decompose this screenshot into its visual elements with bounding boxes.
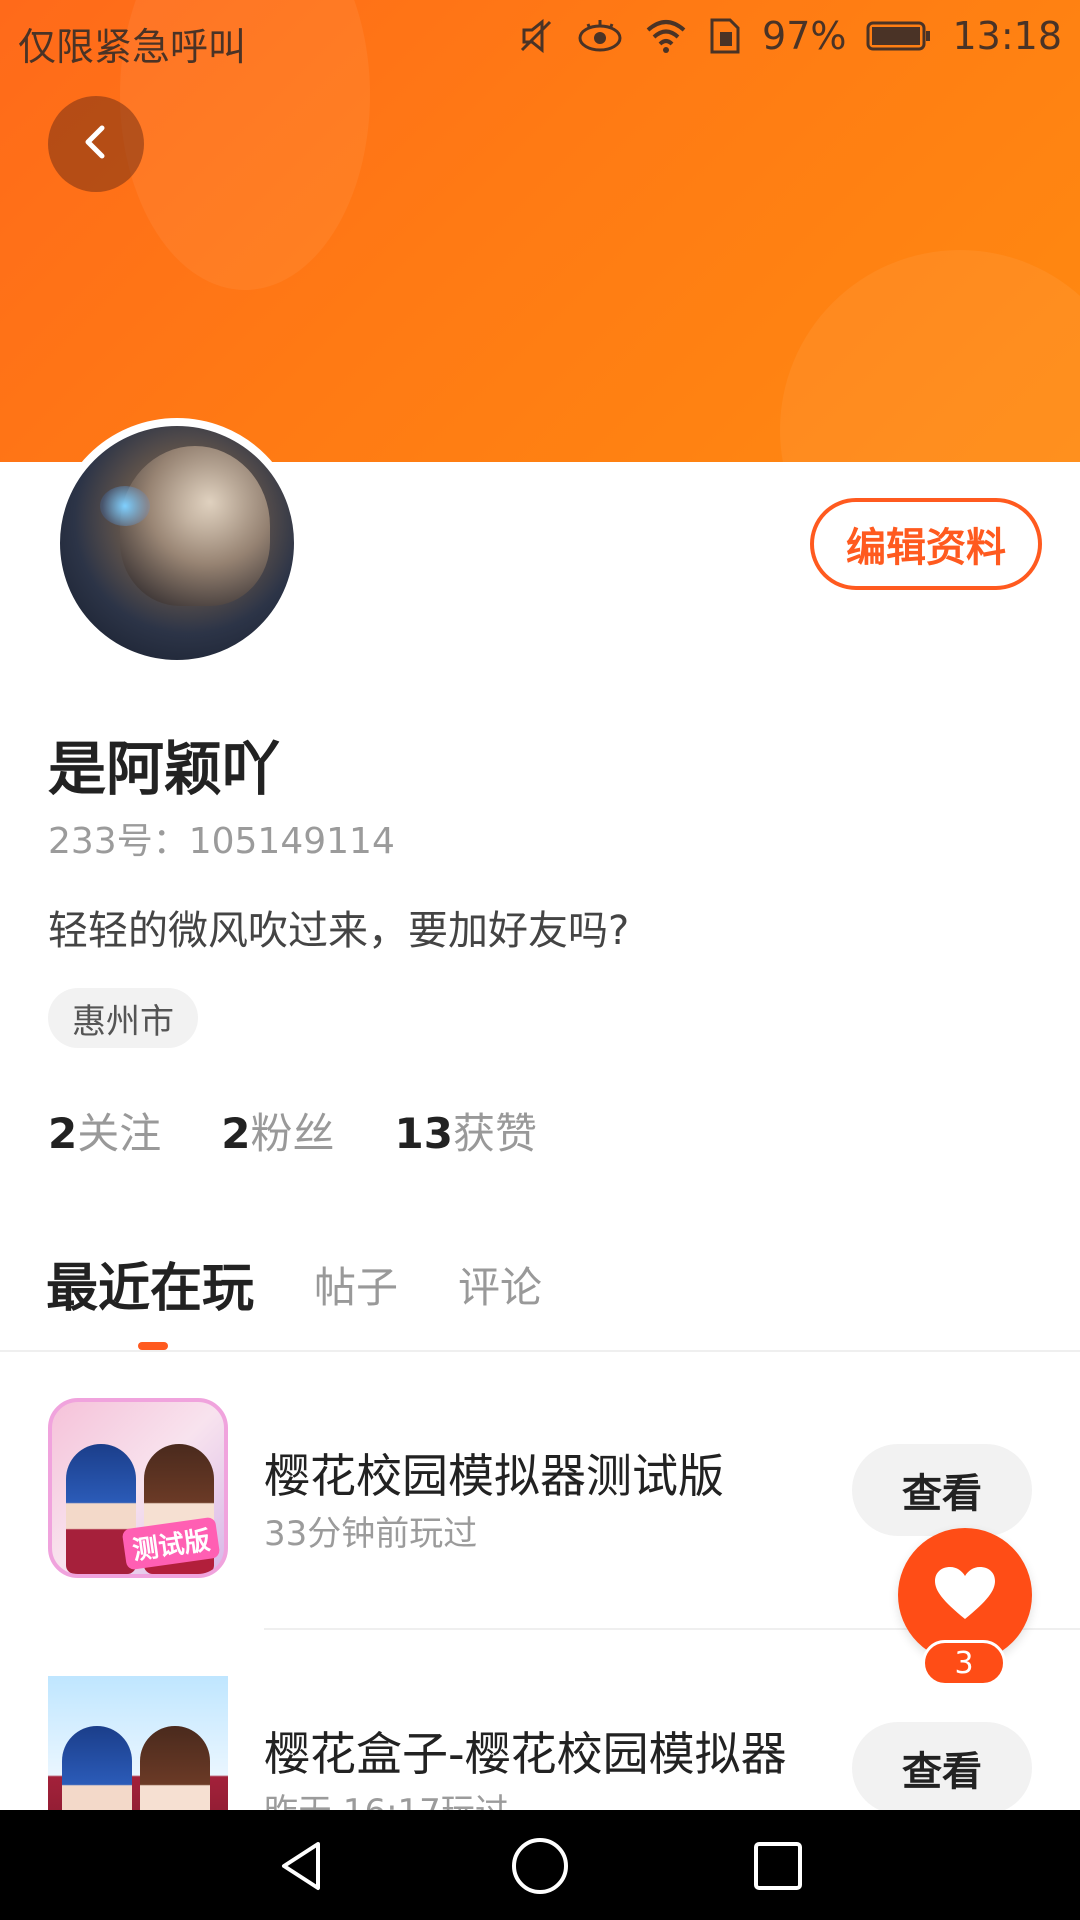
banner-decoration — [780, 250, 1080, 462]
mute-icon — [516, 16, 556, 56]
tab-comments[interactable]: 评论 — [458, 1254, 542, 1321]
game-icon: 测试版 — [48, 1398, 228, 1578]
nav-back-button[interactable] — [262, 1828, 342, 1908]
edit-profile-button[interactable]: 编辑资料 — [810, 498, 1042, 590]
like-count-badge: 3 — [922, 1640, 1006, 1686]
bio: 轻轻的微风吹过来，要加好友吗? — [48, 908, 630, 954]
game-title: 樱花盒子-樱花校园模拟器 — [264, 1727, 787, 1781]
avatar-butterfly — [100, 486, 150, 526]
eye-icon — [576, 16, 624, 56]
stats-row: 2关注 2粉丝 13获赞 — [48, 1100, 537, 1161]
game-icon — [48, 1676, 228, 1810]
chevron-left-icon — [76, 122, 116, 166]
divider — [0, 1350, 1080, 1352]
system-nav-bar — [0, 1810, 1080, 1920]
stat-count: 2 — [221, 1109, 251, 1158]
nav-recents-button[interactable] — [738, 1828, 818, 1908]
square-recents-icon — [750, 1838, 806, 1898]
stat-label: 粉丝 — [250, 1109, 335, 1158]
location-tag: 惠州市 — [48, 988, 198, 1048]
game-last-played: 昨天 16:17玩过 — [264, 1784, 509, 1810]
nav-home-button[interactable] — [500, 1828, 580, 1908]
game-art — [62, 1726, 132, 1810]
stat-label: 关注 — [77, 1109, 162, 1158]
profile-tabs: 最近在玩 帖子 评论 — [46, 1246, 542, 1321]
circle-home-icon — [510, 1836, 570, 1900]
nickname: 是阿颖吖 — [48, 735, 281, 803]
stat-likes[interactable]: 13获赞 — [395, 1100, 537, 1161]
game-art — [140, 1726, 210, 1810]
sim-icon — [708, 16, 742, 56]
tab-recent-played[interactable]: 最近在玩 — [46, 1246, 254, 1321]
wifi-icon — [644, 16, 688, 56]
clock: 13:18 — [952, 14, 1062, 58]
view-button[interactable]: 查看 — [852, 1444, 1032, 1536]
list-item[interactable]: 樱花盒子-樱花校园模拟器 昨天 16:17玩过 查看 — [0, 1676, 1080, 1810]
triangle-back-icon — [274, 1838, 330, 1898]
stat-following[interactable]: 2关注 — [48, 1100, 161, 1161]
heart-icon — [933, 1565, 997, 1625]
account-id: 233号：105149114 — [48, 821, 395, 862]
game-title: 樱花校园模拟器测试版 — [264, 1449, 724, 1503]
stat-count: 2 — [48, 1109, 78, 1158]
back-button[interactable] — [48, 96, 144, 192]
tab-indicator — [138, 1342, 168, 1350]
stat-followers[interactable]: 2粉丝 — [221, 1100, 334, 1161]
battery-icon — [866, 19, 932, 53]
carrier-text: 仅限紧急呼叫 — [18, 25, 247, 69]
status-bar: 仅限紧急呼叫 97% 13:18 — [0, 0, 1080, 76]
avatar[interactable] — [52, 418, 302, 668]
game-last-played: 33分钟前玩过 — [264, 1514, 478, 1554]
battery-percent: 97% — [762, 14, 847, 58]
avatar-image — [120, 446, 270, 606]
view-button[interactable]: 查看 — [852, 1722, 1032, 1810]
stat-label: 获赞 — [452, 1109, 537, 1158]
stat-count: 13 — [394, 1109, 453, 1158]
tab-posts[interactable]: 帖子 — [314, 1254, 398, 1321]
